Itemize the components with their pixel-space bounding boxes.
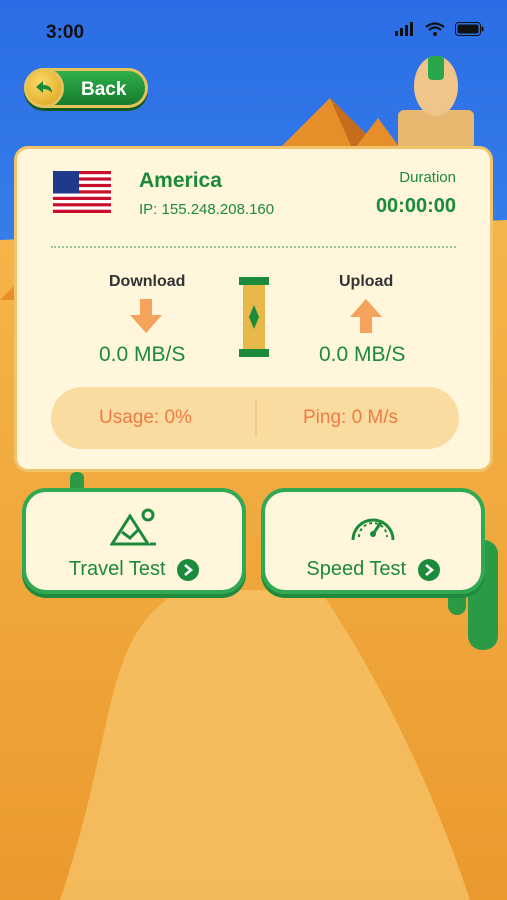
upload-value: 0.0 MB/S xyxy=(319,343,406,366)
status-icons xyxy=(395,22,485,36)
signal-icon xyxy=(395,22,413,36)
chevron-right-icon xyxy=(177,558,200,581)
speed-test-label: Speed Test xyxy=(265,558,481,581)
ping-stat: Ping: 0 M/s xyxy=(303,407,399,428)
country-name: America xyxy=(139,169,222,192)
status-time: 3:00 xyxy=(46,22,85,43)
upload-arrow-icon xyxy=(350,299,382,333)
pillar-icon xyxy=(239,277,269,357)
speed-test-text: Speed Test xyxy=(306,558,407,580)
download-arrow-icon xyxy=(130,299,162,333)
connection-card: America IP: 155.248.208.160 Duration 00:… xyxy=(14,146,493,472)
battery-icon xyxy=(455,22,484,36)
usage-stat: Usage: 0% xyxy=(99,407,192,428)
travel-test-text: Travel Test xyxy=(68,558,166,580)
upload-label: Upload xyxy=(339,273,394,290)
chevron-right-icon xyxy=(417,558,440,581)
ip-address: IP: 155.248.208.160 xyxy=(139,201,275,218)
stats-separator xyxy=(255,401,257,435)
back-arrow-icon xyxy=(24,68,64,108)
back-button[interactable]: Back xyxy=(24,68,148,108)
mountain-icon xyxy=(110,508,156,546)
speed-test-button[interactable]: Speed Test xyxy=(261,488,485,594)
stats-bar: Usage: 0% Ping: 0 M/s xyxy=(51,387,459,449)
wifi-icon xyxy=(425,22,445,36)
back-label: Back xyxy=(81,79,127,100)
download-value: 0.0 MB/S xyxy=(99,343,186,366)
duration-value: 00:00:00 xyxy=(375,195,456,217)
travel-test-button[interactable]: Travel Test xyxy=(22,488,246,594)
download-label: Download xyxy=(109,273,186,290)
us-flag-icon xyxy=(53,171,111,213)
speedometer-icon xyxy=(351,518,395,541)
duration-label: Duration xyxy=(399,169,456,186)
status-bar: 3:00 xyxy=(0,0,507,64)
divider xyxy=(51,246,456,248)
travel-test-label: Travel Test xyxy=(26,558,242,581)
